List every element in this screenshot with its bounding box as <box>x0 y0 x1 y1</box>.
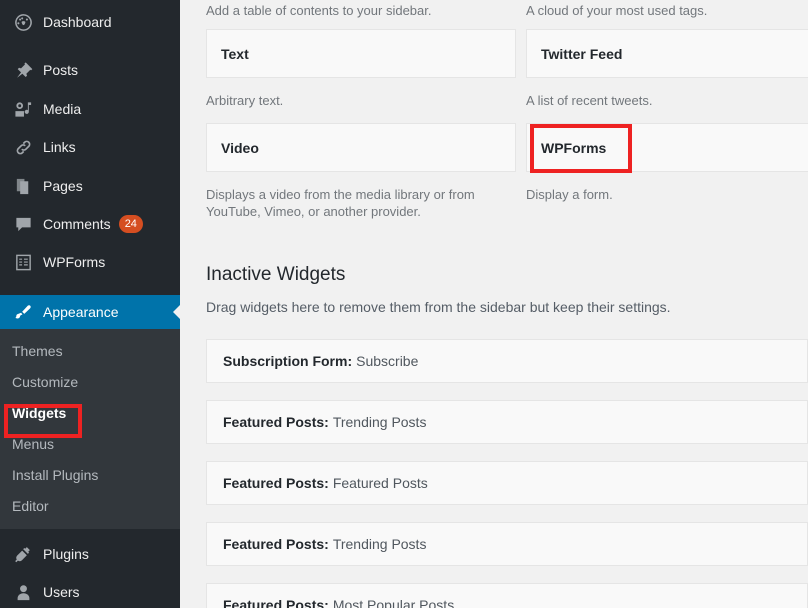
submenu-label: Themes <box>12 342 63 359</box>
widget-description: A cloud of your most used tags. <box>526 3 708 18</box>
sidebar-item-customize[interactable]: Customize <box>0 366 180 397</box>
media-icon <box>12 99 34 119</box>
inactive-widget-name: Featured Posts: <box>223 597 329 608</box>
sidebar-item-label: Plugins <box>43 546 89 562</box>
sidebar-item-label: Pages <box>43 178 83 194</box>
widget-card-title: Text <box>221 45 249 62</box>
widget-desc-video: Displays a video from the media library … <box>206 186 516 220</box>
sidebar-item-pages[interactable]: Pages <box>0 169 180 203</box>
sidebar-item-label: WPForms <box>43 254 106 270</box>
submenu-label: Editor <box>12 497 49 514</box>
inactive-widget-instance: Trending Posts <box>332 536 427 552</box>
widget-card-twitter-feed[interactable]: Twitter Feed <box>526 29 808 78</box>
sidebar-item-appearance[interactable]: Appearance <box>0 295 181 329</box>
inactive-widget-row[interactable]: Featured Posts: Trending Posts <box>206 400 808 444</box>
sidebar-item-users[interactable]: Users <box>0 575 180 608</box>
sidebar-item-themes[interactable]: Themes <box>0 335 180 366</box>
submenu-label: Widgets <box>12 404 67 421</box>
sidebar-item-label: Appearance <box>43 304 119 320</box>
widget-desc-twitter-feed: A list of recent tweets. <box>526 92 808 109</box>
widget-desc-wpforms: Display a form. <box>526 186 808 203</box>
pages-icon <box>12 176 34 196</box>
sidebar-item-label: Dashboard <box>43 14 112 30</box>
sidebar-item-label: Users <box>43 584 80 600</box>
sidebar-item-comments[interactable]: Comments 24 <box>0 207 180 241</box>
inactive-widget-name: Featured Posts: <box>223 475 329 491</box>
wp-admin-screen: Dashboard Posts Media Links Pages Commen… <box>0 0 808 608</box>
inactive-widget-name: Featured Posts: <box>223 414 329 430</box>
sidebar-item-media[interactable]: Media <box>0 92 180 126</box>
submenu-label: Menus <box>12 435 55 452</box>
widget-card-wpforms[interactable]: WPForms <box>526 123 808 172</box>
plug-icon <box>12 544 34 564</box>
inactive-widget-name: Featured Posts: <box>223 536 329 552</box>
widget-desc-above-twitter: A cloud of your most used tags. <box>526 2 808 19</box>
widgets-main-content: Add a table of contents to your sidebar.… <box>180 0 808 608</box>
inactive-widget-instance: Most Popular Posts <box>332 597 455 608</box>
widget-card-title: Twitter Feed <box>541 45 623 62</box>
sidebar-item-plugins[interactable]: Plugins <box>0 537 180 571</box>
inactive-widget-instance: Featured Posts <box>332 475 428 491</box>
sidebar-item-label: Posts <box>43 62 79 78</box>
sidebar-item-wpforms[interactable]: WPForms <box>0 245 180 279</box>
sidebar-item-editor[interactable]: Editor <box>0 490 180 521</box>
link-icon <box>12 137 34 157</box>
widget-card-text[interactable]: Text <box>206 29 516 78</box>
submenu-label: Customize <box>12 373 79 390</box>
widget-card-title: Video <box>221 139 259 156</box>
sidebar-item-label: Media <box>43 101 82 117</box>
submenu-label: Install Plugins <box>12 466 99 483</box>
inactive-widget-instance: Subscribe <box>356 353 419 369</box>
inactive-widget-row[interactable]: Featured Posts: Most Popular Posts <box>206 583 808 608</box>
widget-description: Add a table of contents to your sidebar. <box>206 3 432 18</box>
wpforms-icon <box>12 252 34 272</box>
comments-count-badge: 24 <box>118 215 143 233</box>
widget-desc-text: Arbitrary text. <box>206 92 516 109</box>
widget-description: Display a form. <box>526 187 613 202</box>
paintbrush-icon <box>12 302 34 322</box>
inactive-widgets-description: Drag widgets here to remove them from th… <box>206 299 671 315</box>
pin-icon <box>12 60 34 80</box>
inactive-widget-row[interactable]: Featured Posts: Trending Posts <box>206 522 808 566</box>
inactive-widget-instance: Trending Posts <box>332 414 427 430</box>
widget-card-video[interactable]: Video <box>206 123 516 172</box>
widget-description: A list of recent tweets. <box>526 93 653 108</box>
inactive-widgets-heading: Inactive Widgets <box>206 264 346 285</box>
admin-sidebar: Dashboard Posts Media Links Pages Commen… <box>0 0 181 608</box>
sidebar-item-label: Comments <box>43 216 111 232</box>
sidebar-item-links[interactable]: Links <box>0 130 180 164</box>
widget-description: Displays a video from the media library … <box>206 187 475 219</box>
sidebar-item-widgets[interactable]: Widgets <box>0 397 180 428</box>
widget-description: Arbitrary text. <box>206 93 284 108</box>
comment-icon <box>12 214 34 234</box>
sidebar-item-posts[interactable]: Posts <box>0 53 180 87</box>
sidebar-item-install-plugins[interactable]: Install Plugins <box>0 459 180 490</box>
appearance-submenu: Themes Customize Widgets Menus Install P… <box>0 329 180 529</box>
widget-desc-above-text: Add a table of contents to your sidebar. <box>206 2 516 19</box>
inactive-widget-row[interactable]: Featured Posts: Featured Posts <box>206 461 808 505</box>
sidebar-item-label: Links <box>43 139 76 155</box>
widget-card-title: WPForms <box>541 139 607 156</box>
user-icon <box>12 582 34 602</box>
inactive-widget-name: Subscription Form: <box>223 353 353 369</box>
dashboard-icon <box>12 12 34 32</box>
inactive-widget-row[interactable]: Subscription Form: Subscribe <box>206 339 808 383</box>
sidebar-item-dashboard[interactable]: Dashboard <box>0 5 180 39</box>
sidebar-item-menus[interactable]: Menus <box>0 428 180 459</box>
